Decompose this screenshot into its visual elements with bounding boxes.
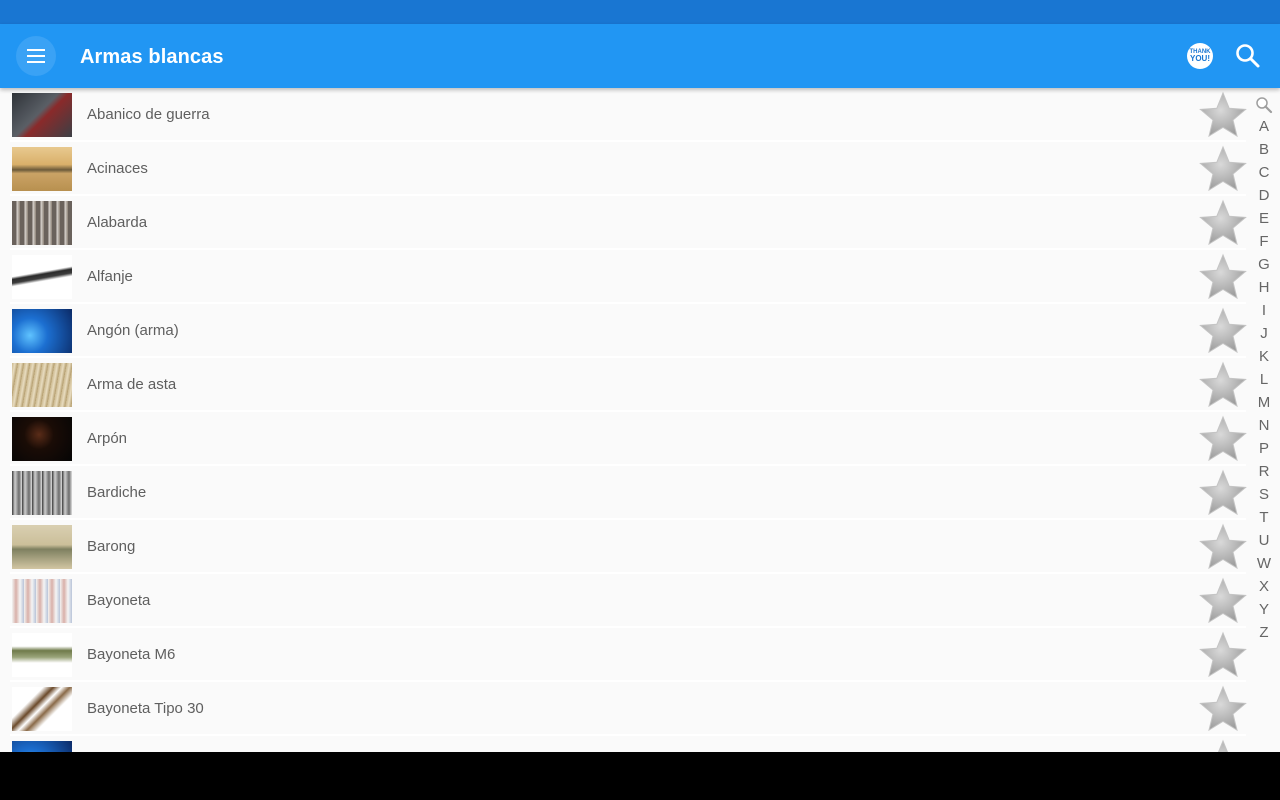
list-item-label: Arpón	[87, 430, 128, 447]
weapon-thumbnail	[12, 525, 72, 569]
hamburger-icon	[27, 49, 45, 63]
star-icon[interactable]	[1198, 469, 1248, 517]
index-letter[interactable]: X	[1250, 575, 1278, 598]
index-letter[interactable]: D	[1250, 184, 1278, 207]
weapon-thumbnail	[12, 417, 72, 461]
weapon-thumbnail	[12, 147, 72, 191]
index-letter[interactable]: T	[1250, 506, 1278, 529]
list-item[interactable]: Arma de asta	[0, 358, 1248, 412]
list-item[interactable]: Arpón	[0, 412, 1248, 466]
star-icon[interactable]	[1198, 199, 1248, 247]
list-item-label: Abanico de guerra	[87, 106, 210, 123]
app-bar: Armas blancas THANK YOU!	[0, 24, 1280, 88]
index-letter[interactable]: Z	[1250, 621, 1278, 644]
list-item-label: Angón (arma)	[87, 322, 179, 339]
index-letter[interactable]: A	[1250, 115, 1278, 138]
index-letter[interactable]: C	[1250, 161, 1278, 184]
page-title: Armas blancas	[80, 46, 224, 68]
index-letter[interactable]: I	[1250, 299, 1278, 322]
star-icon[interactable]	[1198, 685, 1248, 733]
index-letter[interactable]: B	[1250, 138, 1278, 161]
index-letter[interactable]: Y	[1250, 598, 1278, 621]
search-icon	[1236, 44, 1260, 68]
list-item-label: Acinaces	[87, 160, 148, 177]
search-button[interactable]	[1232, 40, 1264, 72]
index-letter[interactable]: R	[1250, 460, 1278, 483]
weapon-thumbnail	[12, 309, 72, 353]
index-letter[interactable]: U	[1250, 529, 1278, 552]
list-item[interactable]: Abanico de guerra	[0, 88, 1248, 142]
index-letter[interactable]: P	[1250, 437, 1278, 460]
alphabet-index: ABCDEFGHIJKLMNPRSTUWXYZ	[1250, 96, 1278, 644]
weapon-thumbnail	[12, 201, 72, 245]
list-item[interactable]: Bayoneta	[0, 574, 1248, 628]
star-icon[interactable]	[1198, 739, 1248, 752]
weapon-thumbnail	[12, 741, 72, 752]
navigation-bar	[0, 752, 1280, 800]
index-letter[interactable]: N	[1250, 414, 1278, 437]
list-item[interactable]: Alfanje	[0, 250, 1248, 304]
weapon-thumbnail	[12, 363, 72, 407]
list-item-label: Bardiche	[87, 484, 147, 501]
index-letter[interactable]: L	[1250, 368, 1278, 391]
magnifier-icon[interactable]	[1255, 96, 1273, 114]
star-icon[interactable]	[1198, 307, 1248, 355]
weapon-thumbnail	[12, 687, 72, 731]
weapon-thumbnail	[12, 471, 72, 515]
index-letter[interactable]: W	[1250, 552, 1278, 575]
thank-you-line-2: YOU!	[1190, 54, 1210, 63]
index-letter[interactable]: K	[1250, 345, 1278, 368]
index-letter[interactable]: M	[1250, 391, 1278, 414]
star-icon[interactable]	[1198, 523, 1248, 571]
list-item-label: Arma de asta	[87, 376, 177, 393]
index-letter[interactable]: F	[1250, 230, 1278, 253]
list-item[interactable]: Bardiche	[0, 466, 1248, 520]
star-icon[interactable]	[1198, 577, 1248, 625]
weapon-list: Abanico de guerra Acinaces Alabarda Alfanje…	[0, 88, 1248, 752]
star-icon[interactable]	[1198, 631, 1248, 679]
list-item-label: Barong	[87, 538, 136, 555]
index-letter[interactable]: G	[1250, 253, 1278, 276]
index-letter[interactable]: H	[1250, 276, 1278, 299]
star-icon[interactable]	[1198, 91, 1248, 139]
list-item-label: Bayoneta	[87, 592, 151, 609]
list-item-label: Bayoneta M6	[87, 646, 176, 663]
weapon-list-area: Abanico de guerra Acinaces Alabarda Alfanje…	[0, 88, 1280, 752]
menu-button[interactable]	[16, 36, 56, 76]
weapon-thumbnail	[12, 579, 72, 623]
star-icon[interactable]	[1198, 415, 1248, 463]
list-item-label: Alabarda	[87, 214, 148, 231]
thank-you-button[interactable]: THANK YOU!	[1187, 43, 1213, 69]
index-letter[interactable]: J	[1250, 322, 1278, 345]
list-item-label: Bayoneta Tipo 30	[87, 700, 204, 717]
thank-you-icon: THANK YOU!	[1190, 49, 1211, 63]
star-icon[interactable]	[1198, 361, 1248, 409]
list-item[interactable]: Bayoneta M6	[0, 628, 1248, 682]
status-bar	[0, 0, 1280, 24]
list-item[interactable]: Acinaces	[0, 142, 1248, 196]
index-letter[interactable]: S	[1250, 483, 1278, 506]
list-item[interactable]: Barong	[0, 520, 1248, 574]
list-item[interactable]	[0, 736, 1246, 752]
star-icon[interactable]	[1198, 145, 1248, 193]
list-item-label: Alfanje	[87, 268, 133, 285]
index-letter[interactable]: E	[1250, 207, 1278, 230]
star-icon[interactable]	[1198, 253, 1248, 301]
weapon-thumbnail	[12, 255, 72, 299]
weapon-thumbnail	[12, 633, 72, 677]
list-item[interactable]: Bayoneta Tipo 30	[0, 682, 1248, 736]
list-item[interactable]: Alabarda	[0, 196, 1248, 250]
list-item[interactable]: Angón (arma)	[0, 304, 1248, 358]
weapon-thumbnail	[12, 93, 72, 137]
